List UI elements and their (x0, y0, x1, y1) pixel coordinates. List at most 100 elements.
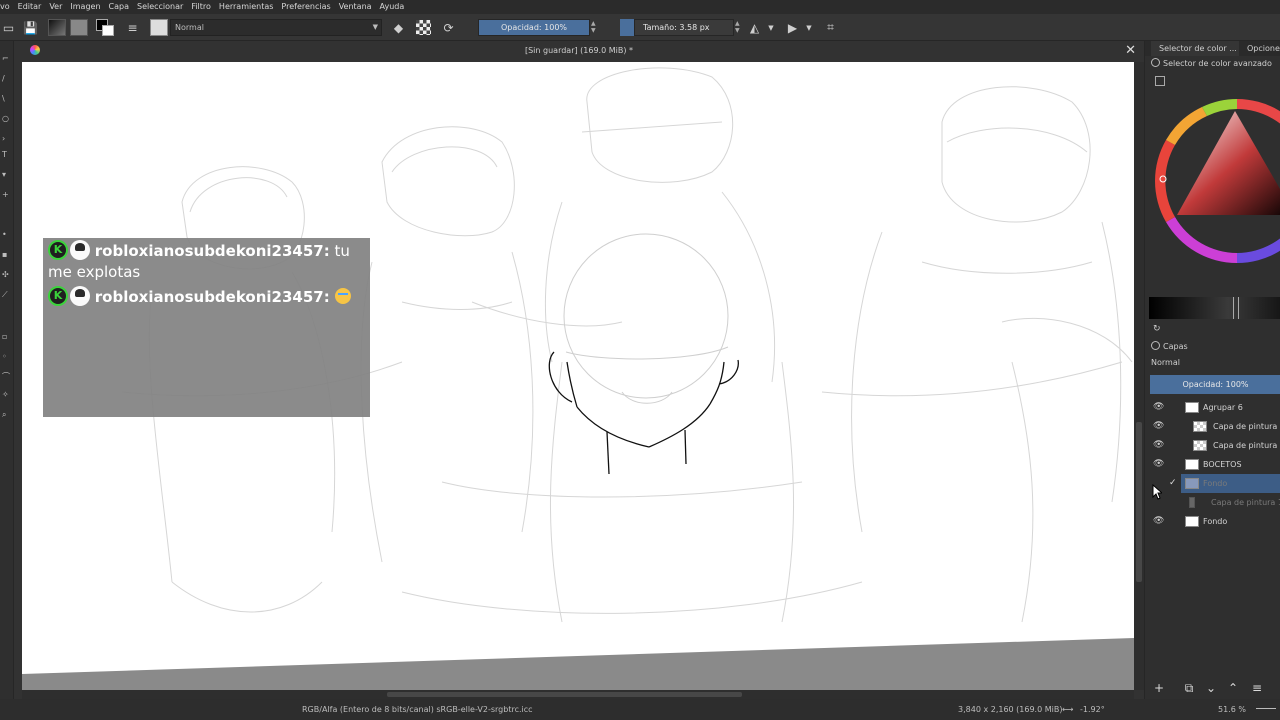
brush-tool-icon[interactable]: / (2, 75, 10, 83)
horizontal-scrollbar[interactable] (22, 690, 1134, 699)
layer-row[interactable]: 👁 Capa de pintura (1145, 436, 1280, 455)
eraser-icon[interactable]: ◆ (390, 19, 407, 36)
menu-item-ventana[interactable]: Ventana (335, 0, 376, 14)
layer-menu-icon[interactable]: ≡ (1249, 681, 1265, 695)
menu-item-archivo[interactable]: vo (0, 0, 14, 14)
brush-settings-icon[interactable]: ≡ (124, 19, 141, 36)
layer-thumbnail (1193, 421, 1207, 432)
opacity-spin-icon[interactable]: ▲ ▼ (591, 20, 599, 34)
new-document-icon[interactable]: ▭ (0, 19, 17, 36)
eye-icon[interactable]: 👁 (1153, 436, 1164, 455)
horizontal-scroll-thumb[interactable] (387, 692, 742, 697)
color-history-bar[interactable] (1149, 297, 1280, 319)
menu-item-herramientas[interactable]: Herramientas (215, 0, 278, 14)
close-icon[interactable]: ✕ (1125, 43, 1136, 58)
ellipse-select-icon[interactable]: ◦ (2, 353, 10, 361)
menu-item-seleccionar[interactable]: Seleccionar (133, 0, 187, 14)
rotation-value[interactable]: -1.92° (1080, 705, 1105, 714)
opacity-slider-label: Opacidad: 100% (500, 23, 568, 32)
brush-preset-icon[interactable] (150, 19, 168, 36)
kick-badge-icon (48, 286, 68, 306)
tab-color-selector[interactable]: Selector de color ... (1151, 41, 1239, 56)
assistant-tool-icon[interactable]: ✣ (2, 271, 10, 279)
eye-icon[interactable]: 👁 (1153, 455, 1164, 474)
select-tool-icon[interactable]: ⌐ (2, 55, 10, 63)
line-tool-icon[interactable]: \ (2, 95, 10, 103)
layer-thumbnail (1185, 402, 1199, 413)
zoom-value[interactable]: 51.6 % (1218, 705, 1246, 714)
layer-thumbnail (1185, 478, 1199, 489)
fg-bg-color-swatch[interactable] (96, 19, 116, 36)
eye-icon[interactable]: 👁 (1153, 417, 1164, 436)
menu-item-ayuda[interactable]: Ayuda (376, 0, 409, 14)
size-spin-icon[interactable]: ▲ ▼ (735, 20, 743, 34)
layer-blend-mode[interactable]: Normal (1151, 358, 1180, 367)
menu-item-imagen[interactable]: Imagen (66, 0, 104, 14)
status-bar: RGB/Alfa (Entero de 8 bits/canal) sRGB-e… (0, 699, 1144, 720)
layer-row[interactable]: Fondo (1181, 474, 1280, 493)
duplicate-layer-icon[interactable]: ⧉ (1181, 681, 1197, 695)
layer-name: Fondo (1203, 479, 1228, 488)
blend-mode-select[interactable]: Normal ▼ (170, 19, 382, 36)
menu-item-ver[interactable]: Ver (45, 0, 66, 14)
move-layer-up-icon[interactable]: ⌃ (1225, 681, 1241, 695)
check-icon[interactable]: ✓ (1169, 474, 1179, 493)
color-selector-title: Selector de color avanzado (1151, 58, 1272, 68)
docker-settings-icon[interactable] (1151, 58, 1160, 67)
layer-row[interactable]: 👁 Agrupar 6 (1145, 398, 1280, 417)
docker-settings-icon[interactable] (1151, 341, 1160, 350)
layer-name: Capa de pintura (1213, 422, 1278, 431)
save-icon[interactable]: 💾 (22, 19, 39, 36)
menu-item-capa[interactable]: Capa (105, 0, 133, 14)
color-wheel[interactable] (1151, 97, 1280, 269)
alpha-lock-icon[interactable] (416, 20, 431, 35)
opacity-slider[interactable]: Opacidad: 100% ▲ ▼ (478, 19, 596, 36)
path-tool-icon[interactable]: › (2, 135, 10, 143)
refresh-icon[interactable]: ↻ (1153, 324, 1163, 334)
add-layer-icon[interactable]: + (1151, 681, 1167, 695)
zoom-tool-icon[interactable]: ⌕ (2, 411, 10, 419)
chevron-down-icon[interactable]: ▼ (766, 19, 776, 36)
vertical-scroll-thumb[interactable] (1136, 422, 1142, 582)
rect-select-icon[interactable]: ▫ (2, 333, 10, 341)
eyedropper-tool-icon[interactable]: • (2, 231, 10, 239)
menu-item-editar[interactable]: Editar (14, 0, 46, 14)
tab-options[interactable]: Opciones (1241, 41, 1280, 56)
ellipse-tool-icon[interactable]: ○ (2, 115, 10, 123)
text-tool-icon[interactable]: T (2, 151, 10, 159)
crop-icon[interactable]: ⌗ (822, 19, 839, 36)
gradient-tool-icon[interactable]: ▪ (2, 251, 10, 259)
size-slider[interactable]: Tamaño: 3.58 px ▲ ▼ (634, 19, 740, 36)
layer-row[interactable]: 👁 Fondo (1145, 512, 1280, 531)
lasso-select-icon[interactable]: ⌒ (2, 373, 10, 381)
pattern-swatch[interactable] (70, 19, 88, 36)
color-selector-title-text: Selector de color avanzado (1163, 59, 1272, 68)
rotation-icon[interactable]: ⟷ (1062, 705, 1073, 714)
toolbox: ⌐ / \ ○ › T ▾ + • ▪ ✣ ⟋ ▫ ◦ ⌒ ✧ ⌕ (0, 41, 14, 720)
transform-tool-icon[interactable]: + (2, 191, 10, 199)
gradient-swatch[interactable] (48, 19, 66, 36)
menu-item-preferencias[interactable]: Preferencias (277, 0, 334, 14)
vertical-scrollbar[interactable] (1134, 62, 1144, 690)
layer-row[interactable]: 👁 Capa de pintura (1145, 417, 1280, 436)
move-layer-down-icon[interactable]: ⌄ (1203, 681, 1219, 695)
document-tab[interactable]: [Sin guardar] (169.0 MiB) * ✕ (14, 41, 1144, 62)
layer-row[interactable]: Capa de pintura 1 (1145, 493, 1280, 512)
chevron-down-icon[interactable]: ▼ (804, 19, 814, 36)
layer-row[interactable]: 👁 BOCETOS (1145, 455, 1280, 474)
zoom-slider[interactable] (1256, 708, 1276, 709)
magic-wand-icon[interactable]: ✧ (2, 391, 10, 399)
dock-tabs: Selector de color ... Opciones (1145, 41, 1280, 56)
layer-opacity-slider[interactable]: Opacidad: 100% (1150, 375, 1280, 394)
color-settings-icon[interactable] (1155, 76, 1165, 86)
mirror-horizontal-icon[interactable]: ◭ (746, 19, 763, 36)
eye-icon[interactable]: 👁 (1153, 398, 1164, 417)
mirror-vertical-icon[interactable]: ▶ (784, 19, 801, 36)
eye-icon[interactable]: 👁 (1153, 512, 1164, 531)
image-size-info: 3,840 x 2,160 (169.0 MiB) (958, 705, 1063, 714)
menu-item-filtro[interactable]: Filtro (187, 0, 215, 14)
reload-preset-icon[interactable]: ⟳ (440, 19, 457, 36)
color-wheel-graphic (1155, 99, 1280, 263)
measure-tool-icon[interactable]: ⟋ (2, 291, 10, 299)
fill-tool-icon[interactable]: ▾ (2, 171, 10, 179)
